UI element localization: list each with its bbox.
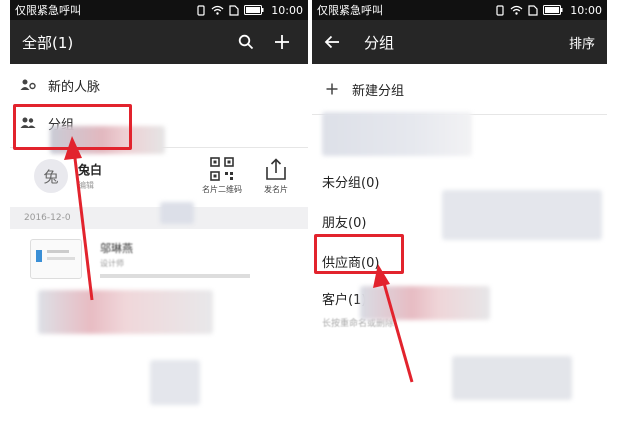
plus-icon [326, 83, 338, 95]
clock: 10:00 [570, 3, 602, 17]
avatar: 兔 [34, 159, 68, 193]
watermark-patch [150, 360, 200, 405]
plus-icon [275, 35, 289, 49]
watermark-patch [160, 202, 194, 224]
sort-button[interactable]: 排序 [569, 33, 595, 52]
date-header-text: 2016-12-0 [24, 213, 71, 223]
share-card-label: 发名片 [264, 185, 288, 194]
highlight-box-suppliers [314, 234, 404, 274]
page-title: 全部(1) [22, 33, 74, 52]
menu-item-label: 新的人脉 [48, 79, 101, 95]
vibrate-icon [496, 4, 504, 16]
status-bar: 仅限紧急呼叫 10:00 [312, 0, 607, 20]
add-button[interactable] [268, 28, 296, 56]
profile-subtitle: 编辑 [78, 181, 94, 190]
group-label: 朋友(0) [322, 215, 367, 231]
share-icon [266, 158, 286, 180]
qr-code-label: 名片二维码 [202, 185, 242, 194]
wifi-icon [211, 5, 224, 15]
qr-code-icon [210, 157, 234, 181]
battery-icon [543, 5, 563, 15]
watermark-patch [442, 190, 602, 240]
back-arrow-icon [324, 35, 339, 49]
contact-subtitle: 设计师 [100, 259, 124, 268]
qr-code-button[interactable]: 名片二维码 [196, 157, 248, 195]
new-group-label: 新建分组 [352, 83, 405, 99]
watermark-patch [38, 290, 213, 334]
right-phone-screen: 仅限紧急呼叫 10:00 分组 排序 新建分组 未分组(0) 朋友(0) 供应商… [312, 0, 607, 433]
back-button[interactable] [324, 28, 350, 56]
search-button[interactable] [232, 28, 260, 56]
wifi-icon [510, 5, 523, 15]
search-icon [238, 34, 254, 50]
watermark-patch [360, 286, 490, 320]
watermark-patch [452, 356, 572, 400]
page-title: 分组 [364, 33, 395, 52]
vibrate-icon [197, 4, 205, 16]
left-phone-screen: 仅限紧急呼叫 10:00 全部(1) 新的人脉 分组 兔 兔白 编辑 名片二维码… [10, 0, 308, 433]
sim-icon [528, 4, 538, 16]
contact-name: 邬琳燕 [100, 242, 133, 255]
battery-icon [244, 5, 264, 15]
watermark-patch [322, 112, 472, 156]
group-label: 未分组(0) [322, 175, 380, 191]
new-contacts-icon [20, 79, 36, 90]
app-bar: 全部(1) [10, 20, 308, 64]
avatar-initial: 兔 [43, 167, 59, 186]
date-header: 2016-12-0 [10, 207, 308, 229]
profile-name: 兔白 [78, 163, 103, 177]
contact-card-thumbnail [30, 239, 82, 279]
contact-row[interactable]: 邬琳燕 设计师 [10, 233, 308, 285]
share-card-button[interactable]: 发名片 [254, 157, 298, 195]
status-bar: 仅限紧急呼叫 10:00 [10, 0, 308, 20]
my-profile-card[interactable]: 兔 兔白 编辑 名片二维码 发名片 [10, 148, 308, 204]
highlight-box-groups [13, 104, 132, 150]
new-group-button[interactable]: 新建分组 [312, 64, 607, 114]
app-bar: 分组 排序 [312, 20, 607, 64]
sim-icon [229, 4, 239, 16]
carrier-text: 仅限紧急呼叫 [317, 4, 383, 17]
carrier-text: 仅限紧急呼叫 [15, 4, 81, 17]
clock: 10:00 [271, 3, 303, 17]
menu-item-new-contacts[interactable]: 新的人脉 [10, 67, 308, 103]
